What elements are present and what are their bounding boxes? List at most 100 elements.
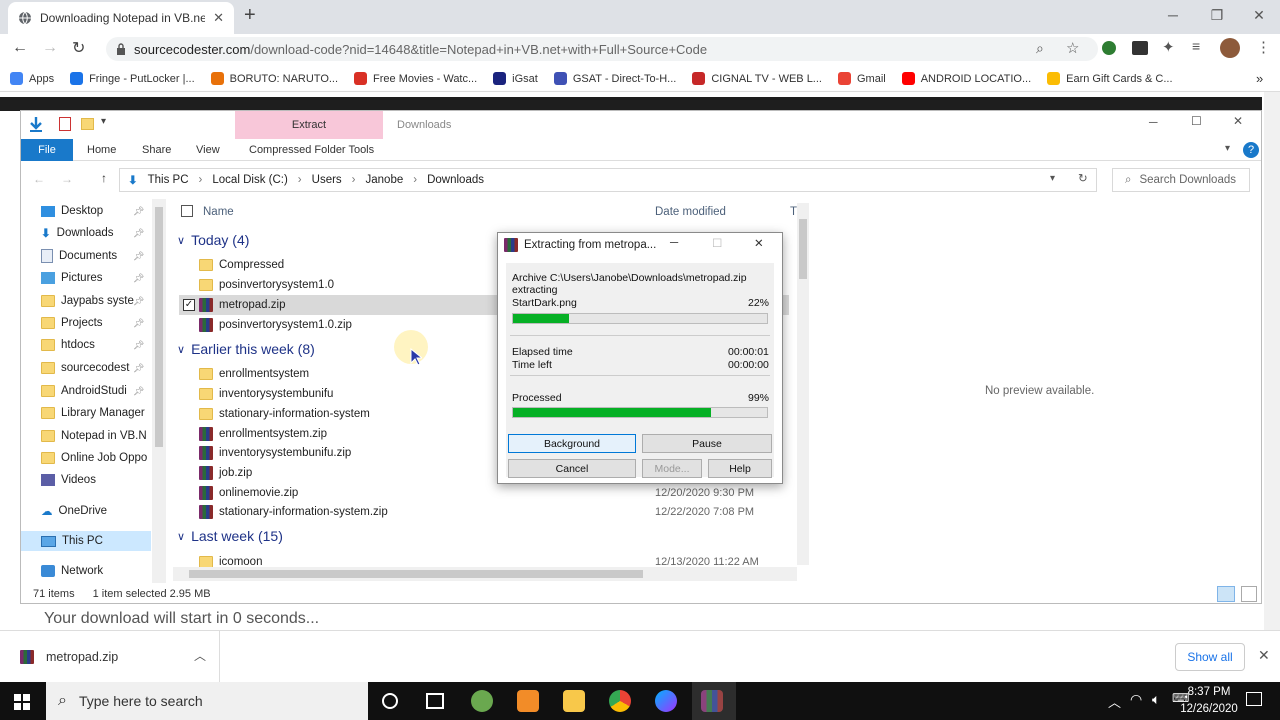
tray-chevron-icon[interactable]: ︿: [1108, 692, 1121, 711]
group-header[interactable]: ∨ Today (4): [177, 232, 249, 248]
refresh-icon[interactable]: ↻: [1078, 171, 1088, 185]
network-icon[interactable]: ◠: [1130, 691, 1142, 708]
zoom-icon[interactable]: ⌕: [1036, 40, 1044, 57]
list-item[interactable]: stationary-information-system.zip 12/22/2…: [199, 502, 789, 522]
column-header-name[interactable]: Name: [203, 206, 234, 218]
properties-icon[interactable]: [59, 117, 71, 131]
breadcrumb-item[interactable]: Janobe: [366, 174, 404, 186]
bookmark-item[interactable]: ANDROID LOCATIO...: [901, 72, 1031, 85]
clock-date[interactable]: 12/26/2020: [1176, 703, 1242, 715]
app-icon[interactable]: [471, 690, 493, 712]
puzzle-icon[interactable]: ✦: [1162, 38, 1175, 56]
nav-item[interactable]: Notepad in VB.N: [41, 426, 153, 446]
volume-icon[interactable]: 🔈︎: [1152, 691, 1160, 708]
bookmark-item[interactable]: CIGNAL TV - WEB L...: [692, 72, 822, 85]
quick-access-icon[interactable]: [29, 116, 43, 132]
nav-item[interactable]: Desktop 📌︎: [41, 201, 153, 221]
forward-icon[interactable]: →: [42, 39, 58, 57]
reload-icon[interactable]: ↻: [72, 38, 85, 58]
group-header[interactable]: ∨ Last week (15): [177, 528, 283, 544]
cancel-button[interactable]: Cancel: [508, 459, 636, 478]
column-header-type[interactable]: T: [790, 206, 797, 218]
large-icons-view-icon[interactable]: [1241, 586, 1257, 602]
taskbar-search[interactable]: ⌕ Type here to search: [46, 682, 368, 720]
nav-item[interactable]: ☁ OneDrive: [41, 501, 153, 521]
list-scrollbar[interactable]: [797, 203, 809, 565]
bookmark-item[interactable]: Earn Gift Cards & C...: [1047, 72, 1173, 85]
more-bookmarks-icon[interactable]: »: [1256, 71, 1263, 86]
nav-item[interactable]: AndroidStudi 📌︎: [41, 381, 153, 401]
new-folder-icon[interactable]: [81, 118, 94, 130]
help-button[interactable]: Help: [708, 459, 772, 478]
extension-icon[interactable]: [1102, 41, 1116, 55]
nav-item[interactable]: Library Manager: [41, 403, 153, 423]
bookmark-item[interactable]: Apps: [10, 72, 54, 85]
address-bar[interactable]: sourcecodester.com/download-code?nid=146…: [106, 37, 1098, 61]
notifications-icon[interactable]: [1246, 692, 1262, 706]
bookmark-item[interactable]: BORUTO: NARUTO...: [210, 72, 338, 85]
extract-context-tab[interactable]: Extract: [235, 111, 383, 139]
expand-ribbon-icon[interactable]: ▾: [1225, 143, 1230, 154]
bookmark-item[interactable]: Gmail: [837, 72, 886, 85]
close-icon[interactable]: ✕: [1236, 0, 1280, 30]
bookmark-item[interactable]: iGsat: [493, 72, 538, 85]
show-all-button[interactable]: Show all: [1175, 643, 1245, 671]
nav-item[interactable]: sourcecodest 📌︎: [41, 358, 153, 378]
tab-file[interactable]: File: [21, 139, 73, 161]
nav-scrollbar[interactable]: [152, 199, 166, 583]
dialog-minimize-icon[interactable]: ─: [670, 237, 678, 249]
back-icon[interactable]: ←: [12, 39, 28, 57]
nav-item[interactable]: Documents 📌︎: [41, 246, 153, 266]
explorer-minimize-icon[interactable]: ─: [1149, 115, 1158, 129]
start-icon[interactable]: [14, 694, 30, 710]
breadcrumb-item[interactable]: Local Disk (C:): [212, 174, 287, 186]
nav-item[interactable]: ⬇ Downloads 📌︎: [41, 223, 153, 243]
extension-icon[interactable]: [1132, 41, 1148, 55]
browser-tab[interactable]: Downloading Notepad in VB.net ✕: [8, 2, 234, 34]
task-view-icon[interactable]: [426, 693, 444, 709]
chevron-up-icon[interactable]: ︿: [194, 647, 206, 664]
file-explorer-icon[interactable]: [563, 690, 585, 712]
row-checkbox[interactable]: ✓: [183, 299, 195, 311]
explorer-forward-icon[interactable]: →: [61, 172, 73, 186]
explorer-search-box[interactable]: ⌕ Search Downloads: [1112, 168, 1250, 192]
horizontal-scrollbar[interactable]: [173, 567, 797, 581]
nav-item[interactable]: Projects 📌︎: [41, 313, 153, 333]
details-view-icon[interactable]: [1217, 586, 1235, 602]
breadcrumb-item[interactable]: Downloads: [427, 174, 484, 186]
address-dropdown-icon[interactable]: ▾: [1050, 173, 1055, 184]
minimize-icon[interactable]: ─: [1150, 0, 1196, 30]
list-item[interactable]: onlinemovie.zip 12/20/2020 9:30 PM: [199, 483, 789, 503]
explorer-maximize-icon[interactable]: ☐: [1191, 114, 1202, 128]
explorer-close-icon[interactable]: ✕: [1233, 114, 1243, 128]
menu-icon[interactable]: ⋮: [1256, 38, 1271, 56]
clock-time[interactable]: 8:37 PM: [1180, 686, 1238, 698]
sublime-text-icon[interactable]: [517, 690, 539, 712]
nav-item[interactable]: Videos: [41, 470, 153, 490]
close-shelf-icon[interactable]: ✕: [1258, 647, 1270, 664]
breadcrumb-item[interactable]: This PC: [148, 174, 189, 186]
messenger-icon[interactable]: [655, 690, 677, 712]
bookmark-item[interactable]: Fringe - PutLocker |...: [70, 72, 195, 85]
avatar[interactable]: [1220, 38, 1240, 58]
nav-item[interactable]: Network: [41, 561, 153, 581]
new-tab-button[interactable]: +: [244, 4, 256, 27]
bookmark-item[interactable]: Free Movies - Watc...: [354, 72, 477, 85]
select-all-checkbox[interactable]: [181, 205, 193, 217]
chrome-icon[interactable]: [609, 690, 631, 712]
customize-quick-access-icon[interactable]: ▾: [101, 116, 106, 127]
tab-share[interactable]: Share: [142, 139, 171, 161]
nav-item[interactable]: This PC: [21, 531, 151, 551]
download-item[interactable]: metropad.zip ︿: [0, 631, 220, 683]
nav-item[interactable]: Jaypabs syste 📌︎: [41, 291, 153, 311]
reading-list-icon[interactable]: ≡: [1192, 38, 1200, 54]
explorer-address-bar[interactable]: ⬇ This PC › Local Disk (C:) › Users › Janobe › D…: [119, 168, 1097, 192]
dialog-close-icon[interactable]: ✕: [754, 236, 764, 250]
tab-view[interactable]: View: [196, 139, 220, 161]
bookmark-item[interactable]: GSAT - Direct-To-H...: [553, 72, 676, 85]
nav-item[interactable]: Pictures 📌︎: [41, 268, 153, 288]
background-button[interactable]: Background: [508, 434, 636, 453]
tab-compressed-folder-tools[interactable]: Compressed Folder Tools: [249, 139, 374, 161]
breadcrumb-item[interactable]: Users: [312, 174, 342, 186]
help-icon[interactable]: ?: [1243, 142, 1259, 158]
